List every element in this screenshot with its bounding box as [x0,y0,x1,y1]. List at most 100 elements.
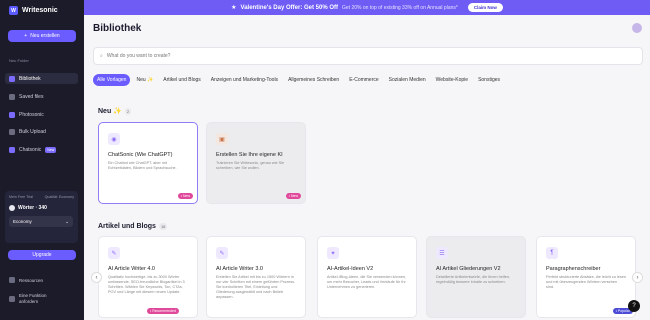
outline-icon: ☰ [436,247,448,259]
folder-icon [9,93,15,100]
page-title: Bibliothek [93,23,142,34]
star-icon: ★ [231,5,237,11]
section-new-count: 2 [124,107,132,115]
chevron-right-icon: › [636,274,639,281]
sidebar-item-bulk-upload[interactable]: Bulk Upload [5,126,78,137]
quality-select-value: Economy [13,219,32,224]
robot-icon: ▣ [216,133,228,145]
sidebar-item-bibliothek[interactable]: Bibliothek [5,73,78,84]
section-articles-title: Artikel und Blogs 18 [98,223,168,230]
tab-allgemeines-schreiben[interactable]: Allgemeines Schreiben [284,74,343,86]
sidebar-item-label: Bibliothek [19,75,41,82]
resources-icon [9,277,15,283]
search-bar[interactable]: ⌕ [93,47,643,65]
promo-banner: ★ Valentine's Day Offer: Get 50% Off Get… [84,0,650,15]
sidebar-item-photosonic[interactable]: Photosonic [5,109,78,120]
tab-website-kopie[interactable]: Website-Kopie [432,74,472,86]
tab-artikel-und-blogs[interactable]: Artikel und Blogs [159,74,205,86]
card-title: AI Artikel Gliederungen V2 [436,266,501,272]
plan-trial-label: Mein Free Trial [9,195,33,199]
new-create-button[interactable]: + Neu erstellen [8,30,76,42]
template-card-article-outlines[interactable]: ☰ AI Artikel Gliederungen V2 Detailliert… [426,236,526,318]
card-title: AI-Artikel-Ideen V2 [327,266,374,272]
chatsonic-icon [9,146,15,153]
photosonic-icon [9,111,15,118]
recommended-badge: • Recommended [147,308,179,314]
category-tabs: Alle Vorlagen Neu ✨ Artikel und Blogs An… [93,74,504,86]
sidebar-item-label: Bulk Upload [19,128,46,135]
card-title: ChatSonic (Wie ChatGPT) [108,152,173,158]
section-new-title: Neu ✨ 2 [98,107,132,115]
tab-soziale-medien[interactable]: Sozialen Medien [385,74,430,86]
card-title: AI Article Writer 4.0 [108,266,155,272]
new-create-label: Neu erstellen [30,33,60,39]
sidebar-section-label: Neu Folder [9,58,29,63]
sidebar-item-label: Photosonic [19,111,44,118]
idea-icon: ✦ [327,247,339,259]
new-badge: • New [177,193,193,199]
template-card-ai-article-writer-4[interactable]: ✎ AI Article Writer 4.0 Qualitativ hochw… [98,236,198,318]
chevron-down-icon: ⌄ [65,218,69,224]
tab-anzeigen[interactable]: Anzeigen und Marketing-Tools [207,74,282,86]
card-description: Trainieren Sie Writesonic, genau wie Sie… [216,161,285,170]
template-card-article-ideas[interactable]: ✦ AI-Artikel-Ideen V2 Artikel-/Blog-Idee… [317,236,417,318]
sidebar-item-saved-files[interactable]: Saved files [5,91,78,102]
carousel-prev-button[interactable]: ‹ [91,272,102,283]
card-description: Perfekt strukturierte Absätze, die leich… [546,275,626,289]
card-description: Ein Chatbot wie ChatGPT, aber mit Echtze… [108,161,177,170]
tab-neu[interactable]: Neu ✨ [132,74,157,86]
words-count: Wörter · 340 [18,205,47,211]
upload-icon [9,128,15,135]
upgrade-label: Upgrade [32,252,52,258]
feature-request-label: Eine Funktion anfordern [19,293,47,304]
template-card-ai-article-writer-3[interactable]: ✎ AI Article Writer 3.0 Erstellen Sie Ar… [206,236,306,318]
new-badge: • New [285,193,301,199]
section-articles-count: 18 [158,223,168,230]
chevron-left-icon: ‹ [95,274,98,281]
section-articles-label: Artikel und Blogs [98,223,156,230]
template-card-chatsonic[interactable]: ◉ ChatSonic (Wie ChatGPT) Ein Chatbot wi… [98,122,198,204]
tab-sonstiges[interactable]: Sonstiges [474,74,504,86]
tab-alle-vorlagen[interactable]: Alle Vorlagen [93,74,131,86]
template-card-paragraph-writer[interactable]: ¶ Paragraphenschreiber Perfekt strukturi… [536,236,636,318]
card-description: Erstellen Sie Artikel mit bis zu 1500 Wö… [216,275,296,299]
article-icon: ✎ [108,247,120,259]
sidebar: W Writesonic + Neu erstellen Neu Folder … [0,0,84,320]
plan-box: Mein Free Trial Qualität: Economy Wörter… [5,191,78,243]
article-icon: ✎ [216,247,228,259]
sidebar-item-label: Saved files [19,93,44,100]
card-title: AI Article Writer 3.0 [216,266,263,272]
help-chat-button[interactable]: ? [628,300,640,312]
section-new-label: Neu ✨ [98,108,122,115]
search-icon: ⌕ [100,53,103,59]
search-input[interactable] [106,53,407,59]
banner-subtext: Get 20% on top of existing 33% off on An… [342,4,458,11]
card-description: Artikel-/Blog-Ideen, die Sie verwenden k… [327,275,407,289]
plus-icon: + [24,33,28,39]
feature-request-link[interactable]: Eine Funktion anfordern [9,293,63,305]
claim-now-button[interactable]: Claim Now [467,3,503,12]
sidebar-item-chatsonic[interactable]: Chatsonic New [5,144,78,155]
paragraph-icon: ¶ [546,247,558,259]
banner-offer-text: Valentine's Day Offer: Get 50% Off [240,4,338,11]
card-title: Erstellen Sie Ihre eigene KI [216,152,283,158]
upgrade-button[interactable]: Upgrade [8,250,76,260]
main-content: Bibliothek ⌕ Alle Vorlagen Neu ✨ Artikel… [84,15,650,320]
carousel-next-button[interactable]: › [632,272,643,283]
question-icon: ? [632,303,636,309]
template-card-custom-ai[interactable]: ▣ Erstellen Sie Ihre eigene KI Trainiere… [206,122,306,204]
new-badge: New [45,146,57,153]
resources-link[interactable]: Ressourcen [9,277,43,283]
tab-e-commerce[interactable]: E-Commerce [345,74,382,86]
avatar[interactable] [632,23,642,33]
sidebar-item-label: Chatsonic [19,146,42,153]
card-description: Qualitativ hochwertige, bis zu 3000 Wört… [108,275,185,294]
chatsonic-icon: ◉ [108,133,120,145]
quality-select[interactable]: Economy ⌄ [9,216,73,227]
card-description: Detaillierte Artikelentwürfe, die Ihnen … [436,275,511,284]
card-title: Paragraphenschreiber [546,266,601,272]
resources-label: Ressourcen [19,277,44,283]
logo[interactable]: W Writesonic [9,6,58,15]
plan-quality-label: Qualität: Economy [44,195,74,199]
request-icon [9,296,15,302]
